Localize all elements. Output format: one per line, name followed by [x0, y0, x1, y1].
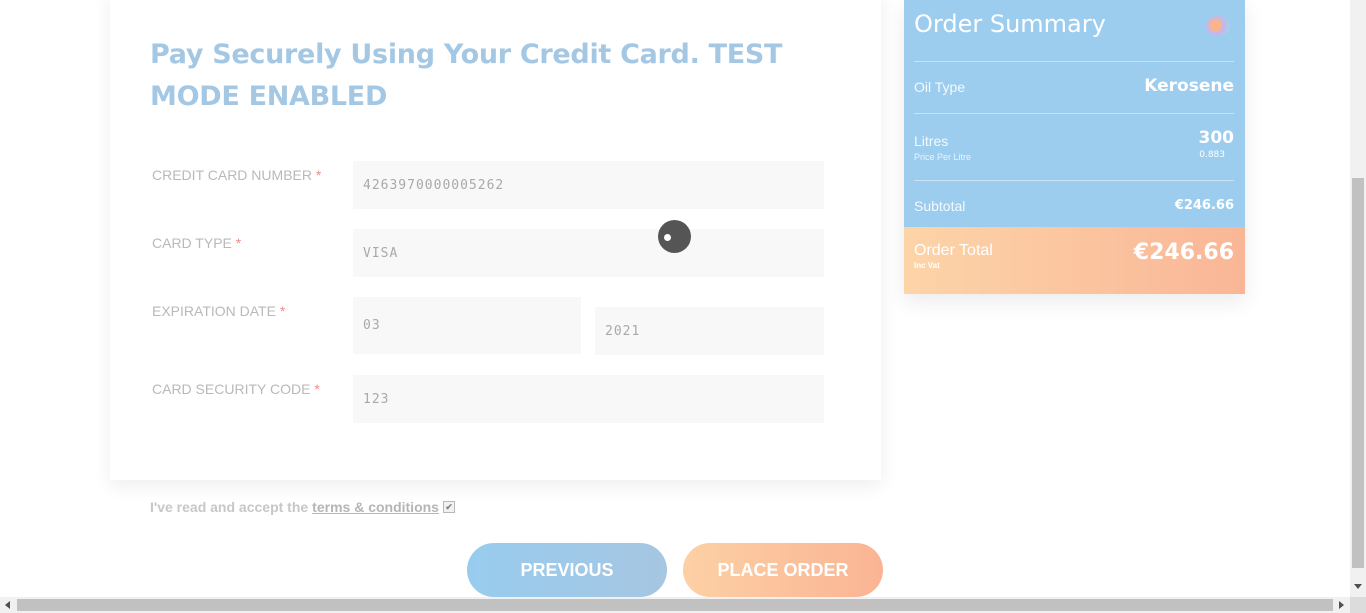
order-total-value: €246.66: [1133, 240, 1234, 265]
security-code-label: CARD SECURITY CODE *: [152, 381, 320, 397]
divider: [914, 180, 1234, 181]
payment-title: Pay Securely Using Your Credit Card. TES…: [150, 39, 783, 112]
order-total-bar: Order Total Inc Vat €246.66: [904, 227, 1245, 294]
checkout-page: Pay Securely Using Your Credit Card. TES…: [0, 0, 1350, 597]
terms-text: I've read and accept the: [150, 499, 309, 515]
required-mark: *: [235, 235, 242, 251]
litres-value: 300: [1198, 128, 1235, 148]
expiration-date-label: EXPIRATION DATE *: [152, 303, 285, 319]
price-per-litre-label: Price Per Litre: [914, 152, 972, 162]
loading-spinner-icon: [658, 220, 691, 253]
scroll-down-arrow-icon[interactable]: [1354, 584, 1362, 589]
oil-type-value: Kerosene: [1144, 76, 1234, 96]
card-number-label-text: CREDIT CARD NUMBER: [152, 167, 312, 183]
terms-link[interactable]: terms & conditions: [312, 499, 439, 515]
price-per-litre-value: 0.883: [1199, 150, 1225, 160]
divider: [914, 113, 1234, 114]
vertical-scrollbar[interactable]: [1350, 0, 1366, 597]
company-logo-icon: [1206, 16, 1230, 36]
spinner-dot: [664, 234, 671, 241]
card-number-label: CREDIT CARD NUMBER *: [152, 167, 321, 183]
security-code-label-text: CARD SECURITY CODE: [152, 381, 311, 397]
subtotal-value: €246.66: [1174, 198, 1234, 213]
card-type-label: CARD TYPE *: [152, 235, 241, 251]
order-summary-title: Order Summary: [914, 10, 1106, 38]
oil-type-label: Oil Type: [914, 79, 966, 95]
order-summary-details: Order Summary Oil Type Kerosene Litres P…: [904, 0, 1245, 227]
expiration-month-select[interactable]: 03: [353, 297, 581, 354]
card-type-label-text: CARD TYPE: [152, 235, 232, 251]
horizontal-scrollbar-thumb[interactable]: [17, 599, 1333, 611]
payment-card: Pay Securely Using Your Credit Card. TES…: [110, 0, 881, 480]
required-mark: *: [279, 303, 286, 319]
card-type-select[interactable]: VISA: [353, 229, 824, 277]
required-mark: *: [315, 167, 322, 183]
scroll-left-arrow-icon[interactable]: [5, 601, 10, 609]
required-mark: *: [314, 381, 320, 397]
previous-button[interactable]: PREVIOUS: [467, 543, 667, 597]
expiration-date-label-text: EXPIRATION DATE: [152, 303, 276, 319]
checkbox-checked-icon[interactable]: ✔: [442, 501, 455, 513]
divider: [914, 61, 1234, 62]
scroll-right-arrow-icon[interactable]: [1339, 601, 1344, 609]
terms-acceptance: I've read and accept the terms & conditi…: [150, 499, 455, 515]
order-total-label: Order Total: [914, 242, 993, 259]
scrollbar-corner: [1350, 597, 1366, 613]
place-order-button[interactable]: PLACE ORDER: [683, 543, 883, 597]
order-summary: Order Summary Oil Type Kerosene Litres P…: [904, 0, 1245, 294]
security-code-input[interactable]: 123: [353, 375, 824, 423]
subtotal-label: Subtotal: [914, 198, 966, 214]
card-number-input[interactable]: 4263970000005262: [353, 161, 824, 209]
vertical-scrollbar-thumb[interactable]: [1352, 178, 1364, 568]
expiration-year-select[interactable]: 2021: [595, 307, 824, 355]
litres-label: Litres: [914, 133, 949, 149]
horizontal-scrollbar[interactable]: [0, 597, 1350, 613]
inc-vat-label: Inc Vat: [914, 261, 940, 270]
